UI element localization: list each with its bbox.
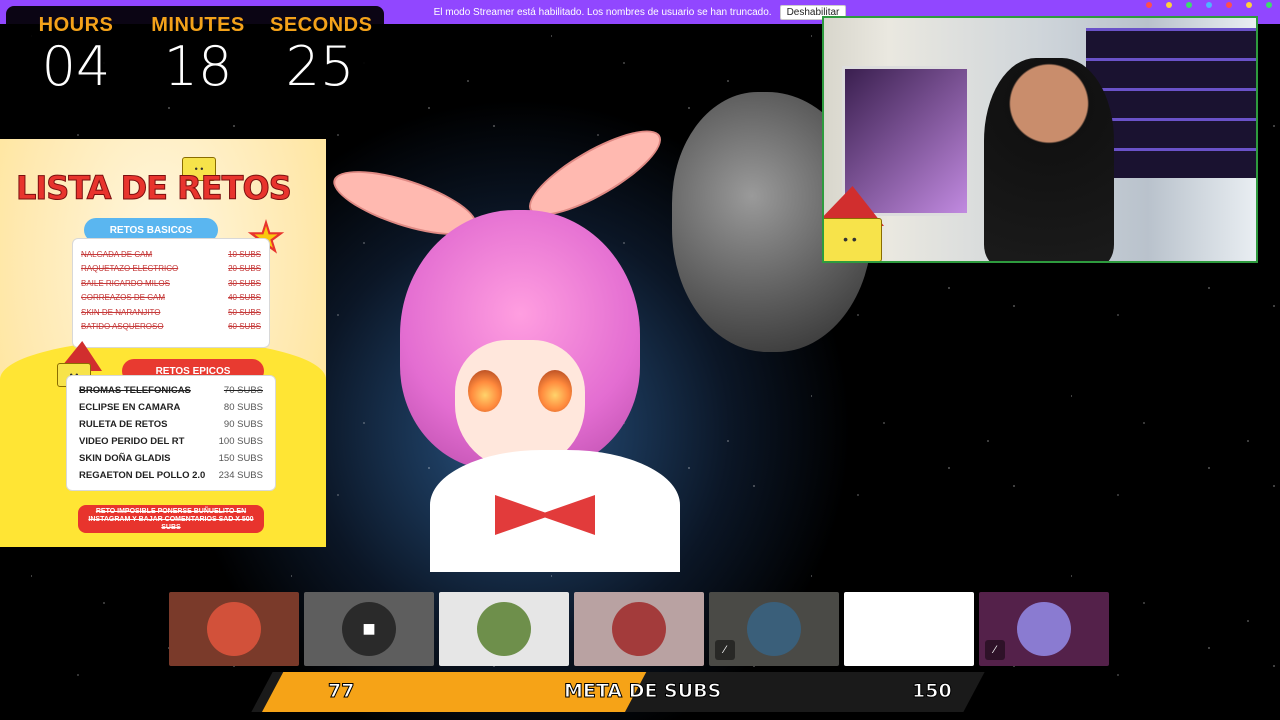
challenge-subs: 90 SUBS bbox=[223, 419, 263, 430]
streamer bbox=[984, 58, 1114, 261]
hours-label: HOURS bbox=[38, 14, 114, 36]
challenges-title: LISTA DE RETOS bbox=[16, 169, 293, 208]
epic-challenges-list: BROMAS TELEFONICAS 70 SUBS ECLIPSE EN CAMA… bbox=[66, 375, 276, 491]
challenge-subs: 60 SUBS bbox=[228, 322, 261, 332]
participant-avatar bbox=[477, 602, 531, 656]
minutes-value: 18 bbox=[163, 35, 233, 98]
challenge-name: NALGADA DE CAM bbox=[81, 249, 153, 259]
timer-hours: HOURS 04 bbox=[26, 14, 126, 98]
participant-tile[interactable] bbox=[844, 592, 974, 666]
challenge-name: RAQUETAZO ELECTRICO bbox=[81, 264, 179, 274]
impossible-challenge: RETO IMPOSIBLE PONERSE BUÑUELITO EN INST… bbox=[78, 505, 264, 533]
seconds-value: 25 bbox=[285, 35, 355, 98]
mascot-icon: • • bbox=[824, 218, 882, 261]
muted-mic-icon: ⁄ bbox=[715, 640, 735, 660]
participant-tile[interactable]: ⁄ bbox=[709, 592, 839, 666]
challenge-subs: 234 SUBS bbox=[218, 470, 263, 481]
timer-seconds: SECONDS 25 bbox=[270, 14, 373, 98]
goal-label: META DE SUBS bbox=[563, 680, 722, 703]
participant-tile[interactable] bbox=[574, 592, 704, 666]
participant-tile[interactable] bbox=[169, 592, 299, 666]
challenge-name: SKIN DE NARANJITO bbox=[81, 307, 161, 317]
participant-tile[interactable]: ⁄ bbox=[979, 592, 1109, 666]
avatar-eye-right bbox=[538, 370, 572, 412]
call-participants-bar: ■ ⁄ ⁄ bbox=[169, 592, 1109, 666]
participant-avatar bbox=[882, 602, 936, 656]
participant-avatar bbox=[612, 602, 666, 656]
vtuber-avatar bbox=[326, 115, 710, 572]
challenge-name: REGAETON DEL POLLO 2.0 bbox=[79, 470, 206, 481]
challenge-subs: 50 SUBS bbox=[228, 307, 261, 317]
basic-row: SKIN DE NARANJITO 50 SUBS bbox=[81, 305, 261, 320]
hours-value: 04 bbox=[41, 35, 111, 98]
basic-challenges-list: NALGADA DE CAM 10 SUBS RAQUETAZO ELECTRICO… bbox=[72, 238, 270, 348]
challenge-name: VIDEO PERIDO DEL RT bbox=[79, 436, 185, 447]
challenge-subs: 40 SUBS bbox=[228, 293, 261, 303]
basic-row: BATIDO ASQUEROSO 60 SUBS bbox=[81, 320, 261, 335]
challenge-name: SKIN DOÑA GLADIS bbox=[79, 453, 171, 464]
challenges-panel: • • LISTA DE RETOS RETOS BASICOS NALGADA… bbox=[0, 139, 326, 547]
challenge-name: RULETA DE RETOS bbox=[79, 419, 168, 430]
camera-icon: ■ bbox=[342, 602, 396, 656]
challenge-name: ECLIPSE EN CAMARA bbox=[79, 402, 181, 413]
challenge-subs: 80 SUBS bbox=[223, 402, 263, 413]
challenge-subs: 10 SUBS bbox=[228, 249, 261, 259]
christmas-lights bbox=[1146, 2, 1272, 8]
epic-row: VIDEO PERIDO DEL RT 100 SUBS bbox=[79, 433, 263, 450]
timer-minutes: MINUTES 18 bbox=[148, 14, 248, 98]
stream-overlay: El modo Streamer está habilitado. Los no… bbox=[0, 0, 1280, 720]
epic-row: ECLIPSE EN CAMARA 80 SUBS bbox=[79, 399, 263, 416]
epic-row: RULETA DE RETOS 90 SUBS bbox=[79, 416, 263, 433]
epic-row: BROMAS TELEFONICAS 70 SUBS bbox=[79, 382, 263, 399]
countdown-timer: HOURS 04 MINUTES 18 SECONDS 25 bbox=[6, 6, 384, 98]
basic-row: NALGADA DE CAM 10 SUBS bbox=[81, 247, 261, 262]
participant-avatar bbox=[747, 602, 801, 656]
goal-current: 77 bbox=[327, 680, 355, 703]
participant-tile[interactable]: ■ bbox=[304, 592, 434, 666]
challenge-subs: 70 SUBS bbox=[223, 385, 263, 396]
challenge-name: BATIDO ASQUEROSO bbox=[81, 322, 164, 332]
webcam-feed: • • bbox=[822, 16, 1258, 263]
seconds-label: SECONDS bbox=[270, 14, 373, 36]
muted-mic-icon: ⁄ bbox=[985, 640, 1005, 660]
gaming-pc bbox=[842, 66, 970, 216]
challenge-name: CORREAZOS DE CAM bbox=[81, 293, 166, 303]
epic-row: SKIN DOÑA GLADIS 150 SUBS bbox=[79, 450, 263, 467]
participant-avatar bbox=[207, 602, 261, 656]
epic-row: REGAETON DEL POLLO 2.0 234 SUBS bbox=[79, 467, 263, 484]
goal-target: 150 bbox=[912, 680, 953, 703]
participant-tile[interactable] bbox=[439, 592, 569, 666]
avatar-eye-left bbox=[468, 370, 502, 412]
challenge-subs: 150 SUBS bbox=[218, 453, 263, 464]
banner-message: El modo Streamer está habilitado. Los no… bbox=[433, 6, 772, 18]
challenge-name: BROMAS TELEFONICAS bbox=[79, 385, 191, 396]
challenge-name: BAILE RICARDO MILOS bbox=[81, 278, 170, 288]
basic-row: CORREAZOS DE CAM 40 SUBS bbox=[81, 291, 261, 306]
minutes-label: MINUTES bbox=[151, 14, 245, 36]
sub-goal-bar: 77 META DE SUBS 150 bbox=[251, 672, 985, 712]
challenge-subs: 20 SUBS bbox=[228, 264, 261, 274]
basic-row: BAILE RICARDO MILOS 30 SUBS bbox=[81, 276, 261, 291]
participant-avatar bbox=[1017, 602, 1071, 656]
challenge-subs: 30 SUBS bbox=[228, 278, 261, 288]
challenge-subs: 100 SUBS bbox=[218, 436, 263, 447]
basic-row: RAQUETAZO ELECTRICO 20 SUBS bbox=[81, 262, 261, 277]
